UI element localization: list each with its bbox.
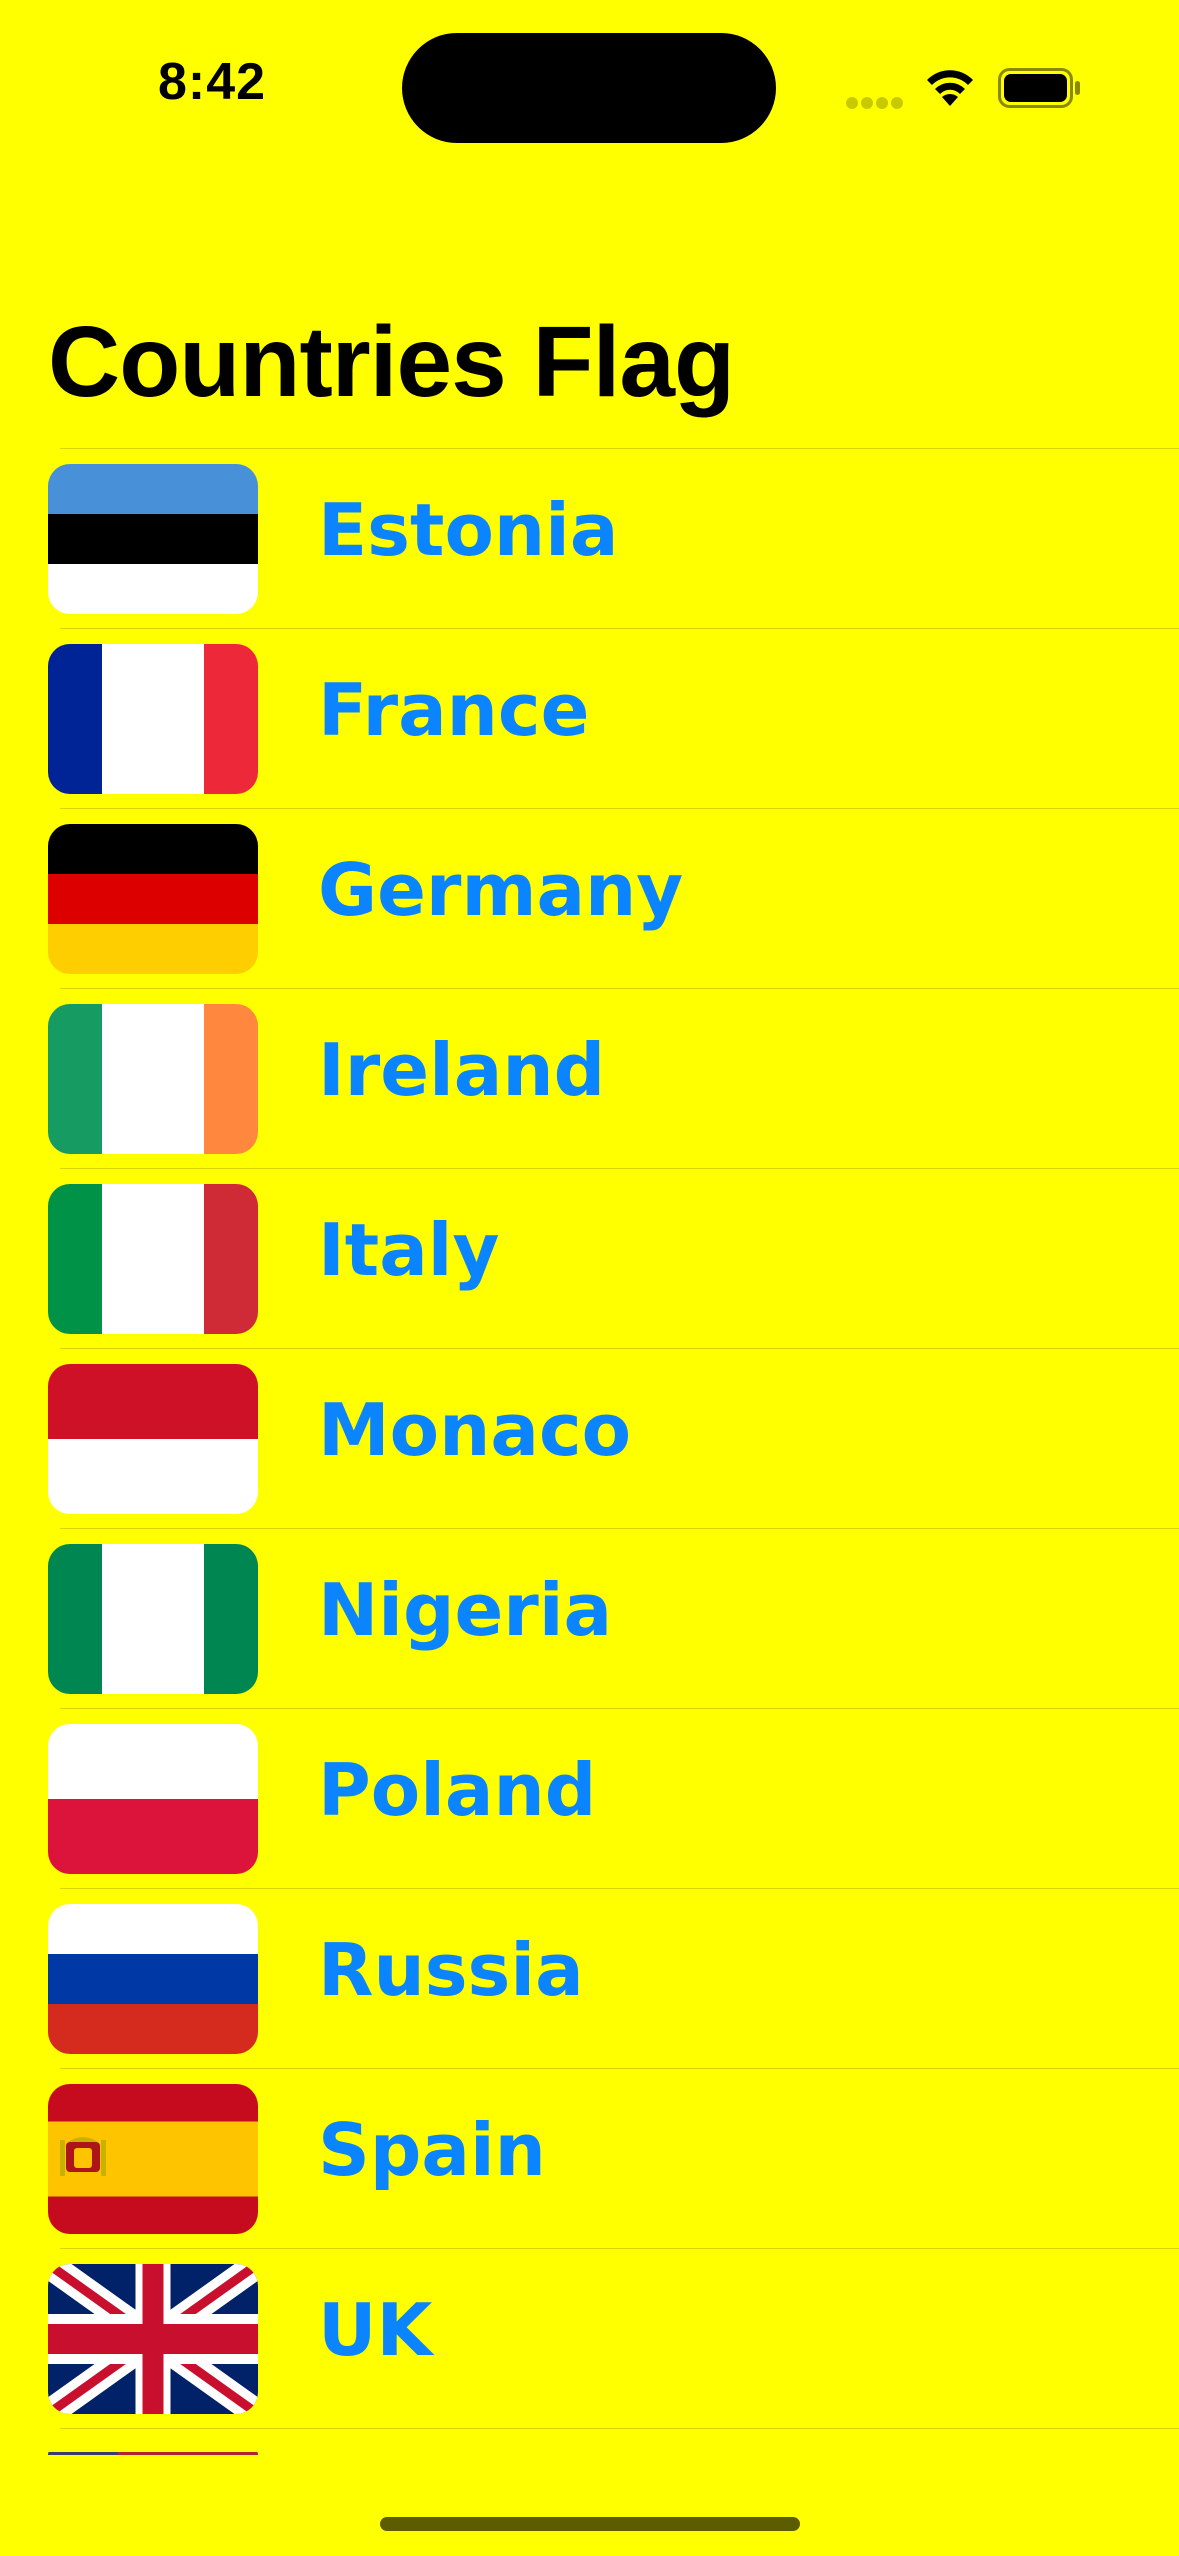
status-bar: 8:42 [0,0,1179,180]
country-name: UK [318,2288,433,2372]
list-item[interactable]: Nigeria [0,1528,1179,1708]
list-item[interactable]: Poland [0,1708,1179,1888]
country-list: Estonia France Germany Ireland Italy Mon… [0,448,1179,2488]
list-item[interactable]: Ireland [0,988,1179,1168]
list-item[interactable]: Spain [0,2068,1179,2248]
country-name: Russia [318,1928,584,2012]
dynamic-island [402,33,776,143]
country-name: Monaco [318,1388,632,1472]
country-name: Germany [318,848,684,932]
country-name: Italy [318,1208,500,1292]
list-item[interactable]: Italy [0,1168,1179,1348]
estonia-flag-icon [48,464,258,614]
list-item [0,2428,1179,2488]
country-name: Ireland [318,1028,606,1112]
country-name: Spain [318,2108,546,2192]
list-item[interactable]: Estonia [0,448,1179,628]
germany-flag-icon [48,824,258,974]
monaco-flag-icon [48,1364,258,1514]
country-name: Nigeria [318,1568,613,1652]
list-item[interactable]: Russia [0,1888,1179,2068]
list-item[interactable]: France [0,628,1179,808]
battery-icon [998,68,1080,108]
poland-flag-icon [48,1724,258,1874]
country-name: Poland [318,1748,597,1832]
spain-flag-icon [48,2084,258,2234]
home-indicator[interactable] [380,2517,800,2531]
page-title: Countries Flag [48,306,735,418]
wifi-icon [927,70,973,106]
list-item[interactable]: Germany [0,808,1179,988]
signal-dots-icon [846,97,903,109]
country-name: France [318,668,590,752]
status-time: 8:42 [158,53,267,111]
nigeria-flag-icon [48,1544,258,1694]
list-item[interactable]: UK [0,2248,1179,2428]
country-name: Estonia [318,488,619,572]
france-flag-icon [48,644,258,794]
list-item[interactable]: Monaco [0,1348,1179,1528]
italy-flag-icon [48,1184,258,1334]
ireland-flag-icon [48,1004,258,1154]
russia-flag-icon [48,1904,258,2054]
partial-flag-icon [48,2447,258,2455]
uk-flag-icon [48,2264,258,2414]
